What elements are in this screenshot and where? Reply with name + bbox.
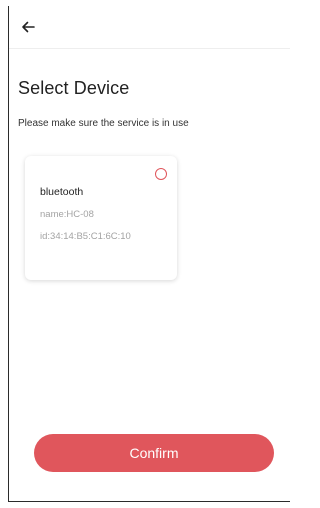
top-bar <box>9 6 290 49</box>
device-name: name:HC-08 <box>40 209 94 220</box>
confirm-button[interactable]: Confirm <box>34 434 274 472</box>
arrow-left-icon <box>22 21 35 33</box>
screen-frame: Select Device Please make sure the servi… <box>8 6 290 502</box>
device-id: id:34:14:B5:C1:6C:10 <box>40 231 131 242</box>
device-card[interactable]: bluetooth name:HC-08 id:34:14:B5:C1:6C:1… <box>25 156 177 280</box>
device-type: bluetooth <box>40 186 84 198</box>
back-button[interactable] <box>17 16 39 38</box>
page-title: Select Device <box>18 78 130 98</box>
device-select-radio[interactable] <box>155 168 167 180</box>
page-subtitle: Please make sure the service is in use <box>18 118 189 129</box>
